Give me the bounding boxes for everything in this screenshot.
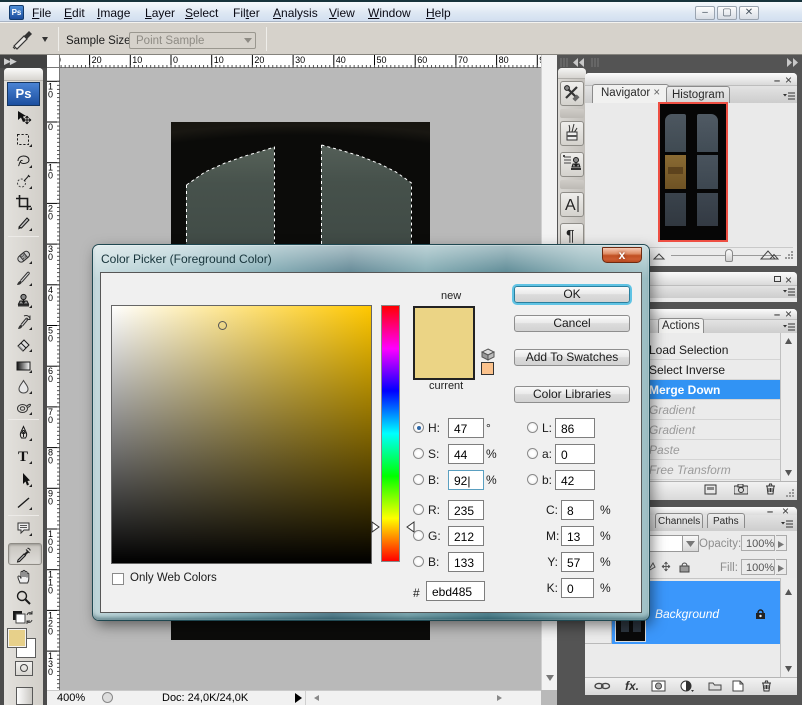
svg-text:0: 0 <box>48 415 53 425</box>
svg-text:0: 0 <box>48 89 53 99</box>
svg-text:0: 0 <box>48 122 53 132</box>
svg-text:0: 0 <box>48 334 53 344</box>
svg-text:30: 30 <box>295 55 305 65</box>
svg-text:60: 60 <box>417 55 427 65</box>
svg-text:0: 0 <box>173 55 178 65</box>
svg-text:0: 0 <box>48 667 53 677</box>
svg-text:0: 0 <box>48 374 53 384</box>
svg-text:0: 0 <box>48 626 53 636</box>
svg-text:0: 0 <box>48 545 53 555</box>
svg-text:0: 0 <box>48 171 53 181</box>
svg-text:70: 70 <box>458 55 468 65</box>
svg-text:10: 10 <box>214 55 224 65</box>
svg-text:0: 0 <box>48 496 53 506</box>
svg-text:0: 0 <box>48 586 53 596</box>
svg-text:30: 30 <box>60 55 61 65</box>
svg-text:0: 0 <box>48 211 53 221</box>
svg-text:20: 20 <box>254 55 264 65</box>
svg-text:T: T <box>18 449 28 465</box>
svg-text:50: 50 <box>377 55 387 65</box>
svg-text:0: 0 <box>48 293 53 303</box>
svg-text:10: 10 <box>132 55 142 65</box>
svg-text:0: 0 <box>48 252 53 262</box>
svg-text:A: A <box>565 197 576 214</box>
svg-text:20: 20 <box>92 55 102 65</box>
svg-text:¶: ¶ <box>566 228 575 245</box>
svg-text:80: 80 <box>499 55 509 65</box>
svg-text:0: 0 <box>48 456 53 466</box>
svg-text:40: 40 <box>336 55 346 65</box>
